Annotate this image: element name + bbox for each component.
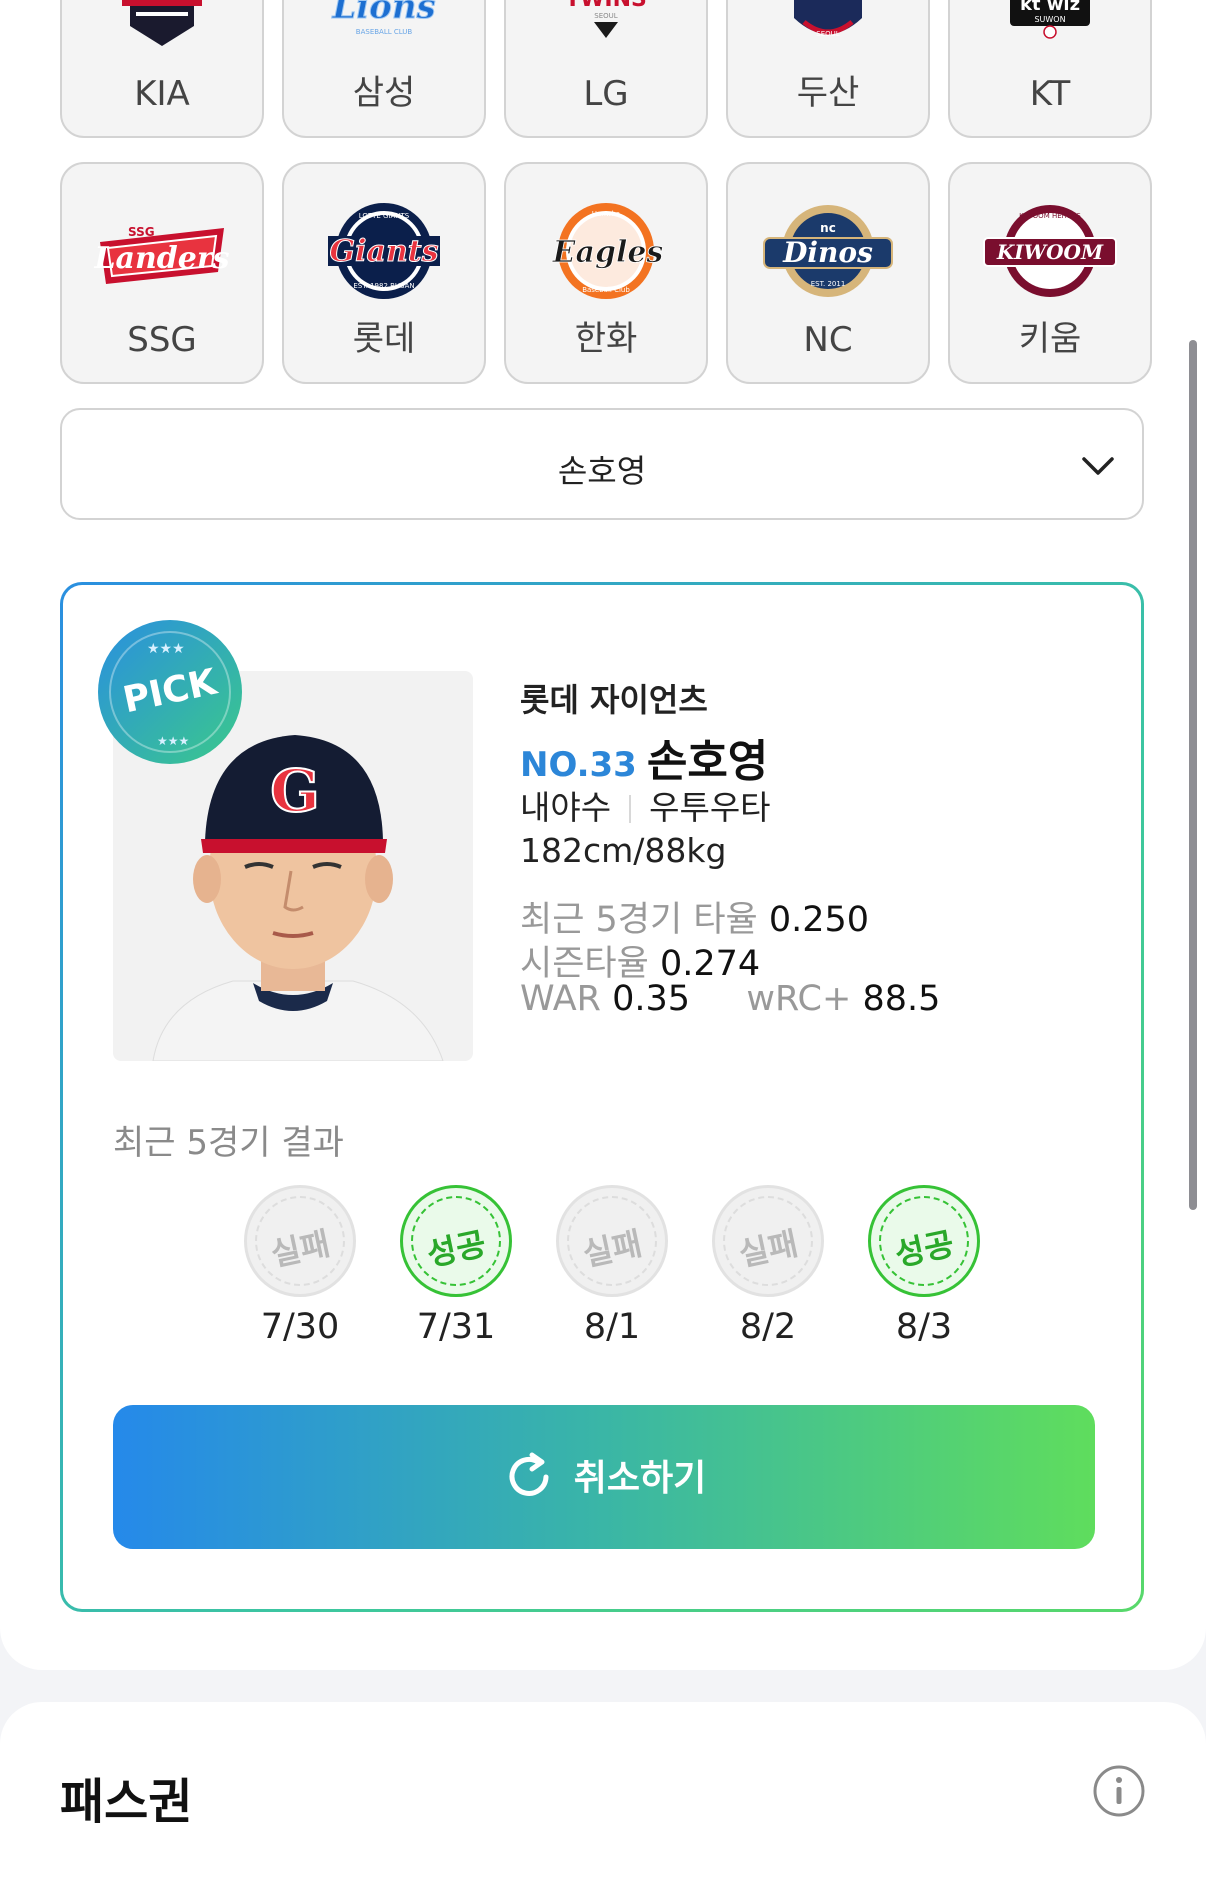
cancel-button-label: 취소하기 [573, 1458, 707, 1499]
stat-war-wrc: WAR 0.35 wRC+ 88.5 [520, 979, 940, 1019]
team-tile-nc[interactable]: Dinos nc EST. 2011 NC [726, 162, 930, 384]
team-tile-samsung[interactable]: Lions BASEBALL CLUB 삼성 [282, 0, 486, 138]
refresh-icon [509, 1452, 549, 1496]
team-tile-doosan[interactable]: SEOUL 두산 [726, 0, 930, 138]
info-icon[interactable] [1092, 1764, 1146, 1818]
chevron-down-icon [1082, 457, 1114, 475]
stat-label: 시즌타율 [520, 944, 649, 984]
ssg-landers-logo-icon: SSG Landers [93, 225, 230, 284]
team-name: 삼성 [352, 73, 416, 113]
svg-text:nc: nc [820, 221, 836, 235]
svg-text:Lions: Lions [331, 0, 435, 27]
result-date: 7/30 [260, 1307, 340, 1347]
team-tile-ssg[interactable]: SSG Landers SSG [60, 162, 264, 384]
team-tile-kt[interactable]: kt wiz SUWON KT [948, 0, 1152, 138]
team-name: NC [803, 320, 853, 360]
team-name: 한화 [574, 319, 638, 359]
team-tile-lotte[interactable]: Giants LOTTE GIANTS EST. 1982 BUSAN 롯데 [282, 162, 486, 384]
stat-value: 0.274 [659, 944, 761, 984]
svg-text:Dinos: Dinos [782, 236, 873, 269]
fail-stamp-icon: 실패 [712, 1185, 824, 1297]
player-position-row: 내야수 우투우타 [520, 781, 771, 829]
team-tile-hanwha[interactable]: Eagles Hanwha Baseball Club 한화 [504, 162, 708, 384]
player-select-dropdown[interactable]: 손호영 [60, 408, 1144, 520]
team-name: 롯데 [352, 319, 416, 359]
player-body: 182cm/88kg [520, 831, 727, 870]
scrollbar[interactable] [1189, 340, 1197, 1210]
recent-results-title: 최근 5경기 결과 [113, 1123, 344, 1163]
result-date: 7/31 [416, 1307, 496, 1347]
svg-text:G: G [270, 757, 320, 825]
nc-dinos-logo-icon: Dinos nc EST. 2011 [763, 205, 893, 297]
svg-text:KIWOOM: KIWOOM [996, 240, 1104, 264]
lotte-giants-logo-icon: Giants LOTTE GIANTS EST. 1982 BUSAN [328, 203, 440, 299]
divider [629, 795, 632, 823]
result-item: 성공 8/3 [866, 1185, 982, 1347]
team-name: LG [583, 74, 629, 114]
cancel-button-content: 취소하기 [113, 1449, 1095, 1504]
svg-text:EST. 2011: EST. 2011 [811, 280, 846, 288]
result-item: 성공 7/31 [398, 1185, 514, 1347]
svg-text:SUWON: SUWON [1034, 15, 1065, 24]
svg-text:TWINS: TWINS [565, 0, 647, 12]
team-name: KIA [134, 74, 190, 114]
stat-label: 최근 5경기 타율 [520, 900, 758, 940]
svg-text:SEOUL: SEOUL [594, 12, 617, 20]
stat-value: 0.250 [768, 900, 870, 940]
svg-text:LOTTE GIANTS: LOTTE GIANTS [359, 212, 410, 220]
fail-stamp-icon: 실패 [244, 1185, 356, 1297]
pick-badge-icon: PICK ★★★ ★★★ [98, 620, 242, 764]
stat-label: WAR [520, 979, 601, 1019]
player-number-name: NO.33 손호영 [520, 725, 768, 789]
player-name: 손호영 [646, 736, 769, 787]
kiwoom-heroes-logo-icon: KIWOOM KIWOOM HEROES [983, 205, 1117, 297]
pass-title: 패스권 [60, 1774, 193, 1830]
svg-text:Giants: Giants [329, 234, 438, 269]
stat-value: 88.5 [862, 979, 941, 1019]
player-number: NO.33 [520, 745, 637, 785]
team-tile-kia[interactable]: KIA [60, 0, 264, 138]
svg-text:EST. 1982 BUSAN: EST. 1982 BUSAN [353, 282, 414, 290]
team-tile-lg[interactable]: TWINS SEOUL LG [504, 0, 708, 138]
success-stamp-icon: 성공 [400, 1185, 512, 1297]
pass-section: 패스권 [0, 1702, 1206, 1902]
team-name: KT [1029, 74, 1071, 114]
result-item: 실패 8/2 [710, 1185, 826, 1347]
svg-text:SSG: SSG [128, 225, 155, 239]
player-team: 롯데 자이언츠 [520, 681, 708, 719]
cancel-pick-button[interactable]: 취소하기 [113, 1405, 1095, 1549]
svg-text:Hanwha: Hanwha [592, 210, 620, 218]
team-name: 두산 [796, 73, 860, 113]
result-item: 실패 7/30 [242, 1185, 358, 1347]
player-bats-throws: 우투우타 [649, 788, 771, 827]
stat-value: 0.35 [612, 979, 691, 1019]
svg-text:Eagles: Eagles [552, 235, 664, 270]
success-stamp-icon: 성공 [868, 1185, 980, 1297]
result-date: 8/1 [583, 1307, 641, 1347]
svg-text:BASEBALL CLUB: BASEBALL CLUB [356, 28, 413, 36]
result-date: 8/3 [895, 1307, 953, 1347]
result-date: 8/2 [739, 1307, 797, 1347]
team-tile-kiwoom[interactable]: KIWOOM KIWOOM HEROES 키움 [948, 162, 1152, 384]
svg-text:KIWOOM HEROES: KIWOOM HEROES [1019, 212, 1081, 220]
svg-text:★★★: ★★★ [147, 641, 185, 657]
svg-text:Landers: Landers [93, 241, 229, 276]
svg-text:SEOUL: SEOUL [816, 30, 839, 38]
main-panel: KIA Lions BASEBALL CLUB 삼성 TWINS SEOUL L… [0, 0, 1206, 1670]
svg-text:Baseball Club: Baseball Club [582, 286, 630, 294]
hanwha-eagles-logo-icon: Eagles Hanwha Baseball Club [551, 203, 664, 299]
team-name: 키움 [1018, 319, 1082, 359]
svg-text:kt wiz: kt wiz [1020, 0, 1080, 15]
player-position: 내야수 [520, 788, 612, 827]
svg-text:★★★: ★★★ [157, 734, 189, 748]
team-name: SSG [127, 320, 197, 360]
result-item: 실패 8/1 [554, 1185, 670, 1347]
player-pick-card: G PICK ★★★ ★★★ 롯데 자이언츠 NO.33 손호영 내야수 우투우… [60, 582, 1144, 1612]
fail-stamp-icon: 실패 [556, 1185, 668, 1297]
stat-label: wRC+ [746, 979, 852, 1019]
player-select-value: 손호영 [557, 452, 647, 490]
